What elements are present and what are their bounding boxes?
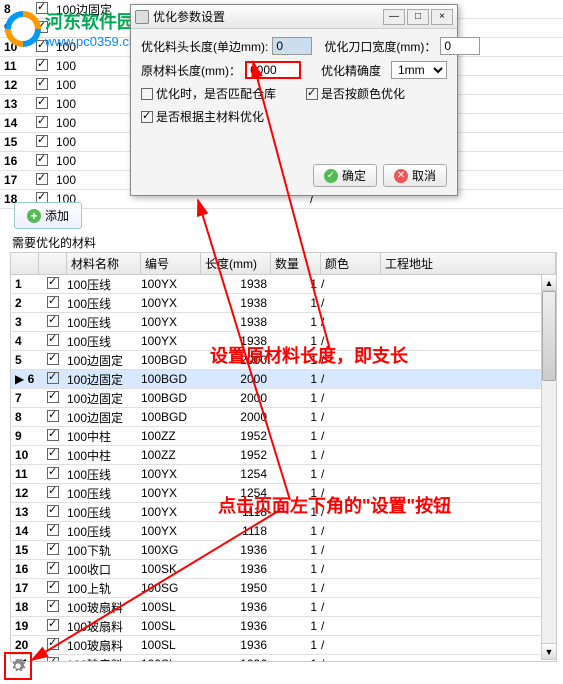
head-length-label: 优化料头长度(单边mm): — [141, 38, 268, 55]
dialog-titlebar[interactable]: 优化参数设置 — □ × — [131, 5, 457, 29]
row-checkbox[interactable] — [47, 524, 59, 536]
gear-icon[interactable] — [10, 658, 26, 674]
row-checkbox[interactable] — [47, 429, 59, 441]
col-code[interactable]: 编号 — [141, 253, 201, 274]
cut-width-input[interactable] — [440, 37, 480, 55]
row-checkbox[interactable] — [47, 581, 59, 593]
table-row[interactable]: 15100下轨100XG19361/ — [11, 541, 556, 560]
table-row[interactable]: 5100边固定100BGD20001/ — [11, 351, 556, 370]
table-row[interactable]: 20100玻扇料100SL19361/ — [11, 636, 556, 655]
settings-gear-highlight — [4, 652, 32, 680]
table-row[interactable]: 17100上轨100SG19501/ — [11, 579, 556, 598]
section-title: 需要优化的材料 — [12, 234, 96, 251]
row-checkbox[interactable] — [47, 277, 59, 289]
table-row[interactable]: 18100玻扇料100SL19361/ — [11, 598, 556, 617]
row-checkbox[interactable] — [47, 315, 59, 327]
table-row[interactable]: 12100压线100YX12541/ — [11, 484, 556, 503]
table-row[interactable]: 13100压线100YX11181/ — [11, 503, 556, 522]
col-length[interactable]: 长度(mm) — [201, 253, 271, 274]
minimize-button[interactable]: — — [383, 9, 405, 25]
scroll-thumb[interactable] — [542, 291, 556, 381]
row-checkbox[interactable] — [47, 334, 59, 346]
row-checkbox[interactable] — [47, 353, 59, 365]
col-name[interactable]: 材料名称 — [67, 253, 141, 274]
table-row[interactable]: 21100玻扇料100SL19361/ — [11, 655, 556, 661]
precision-select[interactable]: 1mm — [391, 61, 447, 79]
row-checkbox[interactable] — [47, 600, 59, 612]
dialog-title: 优化参数设置 — [153, 8, 225, 25]
by-main-material-checkbox[interactable]: 是否根据主材料优化 — [141, 108, 264, 125]
watermark: 河东软件园 www.pc0359.cn — [5, 8, 136, 49]
table-row[interactable]: 7100边固定100BGD20001/ — [11, 389, 556, 408]
maximize-button[interactable]: □ — [407, 9, 429, 25]
row-checkbox[interactable] — [47, 638, 59, 650]
row-checkbox[interactable] — [47, 505, 59, 517]
table-row[interactable]: 4100压线100YX19381/ — [11, 332, 556, 351]
table-row[interactable]: 16100收口100SK19361/ — [11, 560, 556, 579]
watermark-text: 河东软件园 — [45, 8, 136, 34]
check-icon — [324, 169, 338, 183]
head-length-input[interactable] — [272, 37, 312, 55]
row-checkbox[interactable] — [47, 467, 59, 479]
table-row[interactable]: 19100玻扇料100SL19361/ — [11, 617, 556, 636]
table-row[interactable]: 10100中柱100ZZ19521/ — [11, 446, 556, 465]
raw-length-label: 原材料长度(mm)： — [141, 62, 241, 79]
settings-dialog: 优化参数设置 — □ × 优化料头长度(单边mm): 优化刀口宽度(mm)： 原… — [130, 4, 458, 196]
cancel-button[interactable]: 取消 — [383, 164, 447, 187]
cross-icon — [394, 169, 408, 183]
row-checkbox[interactable] — [47, 372, 59, 384]
ok-button[interactable]: 确定 — [313, 164, 377, 187]
col-color[interactable]: 颜色 — [321, 253, 381, 274]
by-color-checkbox[interactable]: 是否按颜色优化 — [306, 85, 405, 102]
close-button[interactable]: × — [431, 9, 453, 25]
precision-label: 优化精确度 — [321, 62, 381, 79]
table-row[interactable]: 1100压线100YX19381/ — [11, 275, 556, 294]
cut-width-label: 优化刀口宽度(mm)： — [324, 38, 436, 55]
row-checkbox[interactable] — [47, 448, 59, 460]
table-header: 材料名称 编号 长度(mm) 数量 颜色 工程地址 — [11, 253, 556, 275]
table-row[interactable]: 14100压线100YX11181/ — [11, 522, 556, 541]
vertical-scrollbar[interactable]: ▲ ▼ — [541, 274, 557, 660]
row-checkbox[interactable] — [47, 543, 59, 555]
row-checkbox[interactable] — [47, 296, 59, 308]
add-button[interactable]: + 添加 — [14, 202, 82, 229]
col-project[interactable]: 工程地址 — [381, 253, 556, 274]
watermark-url: www.pc0359.cn — [45, 34, 136, 49]
table-row[interactable]: 8100边固定100BGD20001/ — [11, 408, 556, 427]
logo-icon — [5, 11, 41, 47]
plus-icon: + — [27, 209, 41, 223]
scroll-up-button[interactable]: ▲ — [542, 275, 556, 291]
row-checkbox[interactable] — [47, 562, 59, 574]
table-row[interactable]: 2100压线100YX19381/ — [11, 294, 556, 313]
scroll-down-button[interactable]: ▼ — [542, 643, 556, 659]
dialog-icon — [135, 10, 149, 24]
table-row[interactable]: 3100压线100YX19381/ — [11, 313, 556, 332]
row-checkbox[interactable] — [47, 486, 59, 498]
row-checkbox[interactable] — [47, 657, 59, 662]
row-checkbox[interactable] — [47, 391, 59, 403]
materials-table: 材料名称 编号 长度(mm) 数量 颜色 工程地址 1100压线100YX193… — [10, 252, 557, 662]
table-row[interactable]: ▶ 6100边固定100BGD20001/ — [11, 370, 556, 389]
row-checkbox[interactable] — [47, 410, 59, 422]
match-warehouse-checkbox[interactable]: 优化时，是否匹配仓库 — [141, 85, 276, 102]
row-checkbox[interactable] — [47, 619, 59, 631]
col-qty[interactable]: 数量 — [271, 253, 321, 274]
raw-length-input[interactable] — [245, 61, 301, 79]
table-row[interactable]: 9100中柱100ZZ19521/ — [11, 427, 556, 446]
table-row[interactable]: 11100压线100YX12541/ — [11, 465, 556, 484]
